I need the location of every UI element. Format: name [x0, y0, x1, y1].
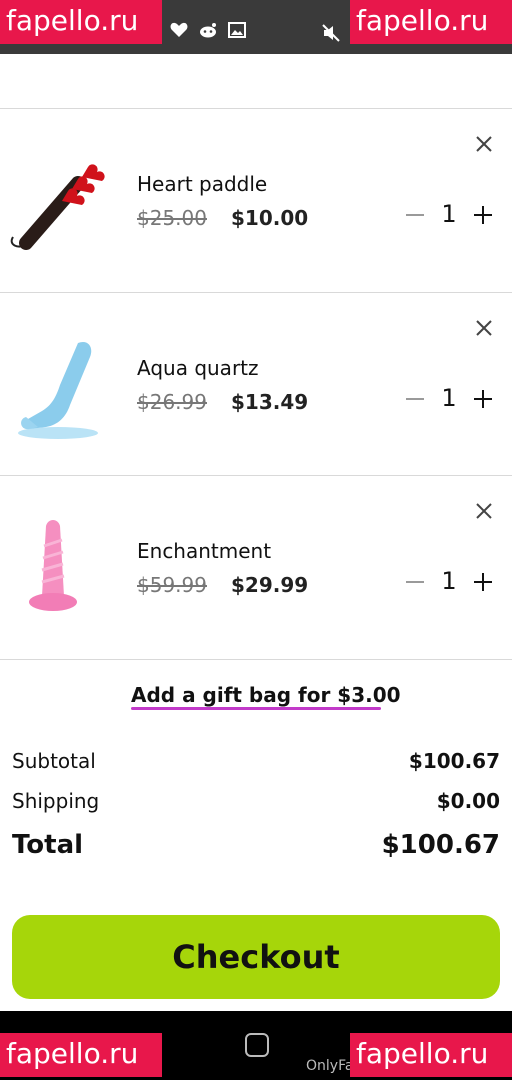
remove-item-button[interactable]	[473, 317, 495, 339]
total-label: Total	[12, 830, 84, 860]
enchantment-image	[29, 520, 77, 611]
cart-item: Enchantment $59.99 $29.99 1	[0, 476, 512, 659]
item-name: Heart paddle	[137, 172, 268, 196]
increase-quantity-button[interactable]	[473, 389, 493, 409]
quantity-value: 1	[441, 200, 457, 228]
status-bar: fapello.ru fapello.ru	[0, 0, 512, 54]
divider	[0, 659, 512, 660]
watermark-bottom-right: fapello.ru	[350, 1033, 512, 1077]
status-icons-right	[322, 24, 340, 46]
item-price: $13.49	[231, 390, 309, 414]
shipping-value: $0.00	[436, 789, 500, 813]
cart-item: Heart paddle $25.00 $10.00 1	[0, 109, 512, 292]
item-original-price: $59.99	[137, 573, 207, 597]
item-name: Enchantment	[137, 539, 272, 563]
checkout-button[interactable]: Checkout	[12, 915, 500, 999]
remove-item-button[interactable]	[473, 500, 495, 522]
watermark-top-right: fapello.ru	[350, 0, 512, 44]
decrease-quantity-button[interactable]	[406, 581, 424, 583]
image-icon	[228, 22, 246, 38]
cart-item: Aqua quartz $26.99 $13.49 1	[0, 293, 512, 476]
subtotal-value: $100.67	[408, 749, 500, 773]
heart-paddle-image	[10, 164, 105, 250]
item-name: Aqua quartz	[137, 356, 259, 380]
mute-icon	[322, 24, 340, 42]
item-original-price: $26.99	[137, 390, 207, 414]
increase-quantity-button[interactable]	[473, 572, 493, 592]
reddit-icon	[200, 23, 216, 38]
nav-footer-text: OnlyFa	[306, 1058, 354, 1074]
heart-icon	[170, 22, 188, 37]
add-gift-bag-link[interactable]: Add a gift bag for $3.00	[131, 683, 401, 707]
quantity-value: 1	[441, 567, 457, 595]
item-price: $29.99	[231, 573, 309, 597]
decrease-quantity-button[interactable]	[406, 214, 424, 216]
shipping-label: Shipping	[12, 789, 100, 813]
remove-item-button[interactable]	[473, 133, 495, 155]
subtotal-label: Subtotal	[12, 749, 96, 773]
item-original-price: $25.00	[137, 206, 207, 230]
home-button-icon[interactable]	[245, 1033, 269, 1057]
status-icons-left	[170, 22, 246, 38]
aqua-quartz-image	[18, 341, 98, 439]
quantity-value: 1	[441, 384, 457, 412]
watermark-top-left: fapello.ru	[0, 0, 162, 44]
item-price: $10.00	[231, 206, 309, 230]
total-value: $100.67	[381, 830, 500, 860]
decrease-quantity-button[interactable]	[406, 398, 424, 400]
gift-link-underline	[131, 707, 381, 710]
increase-quantity-button[interactable]	[473, 205, 493, 225]
watermark-bottom-left: fapello.ru	[0, 1033, 162, 1077]
